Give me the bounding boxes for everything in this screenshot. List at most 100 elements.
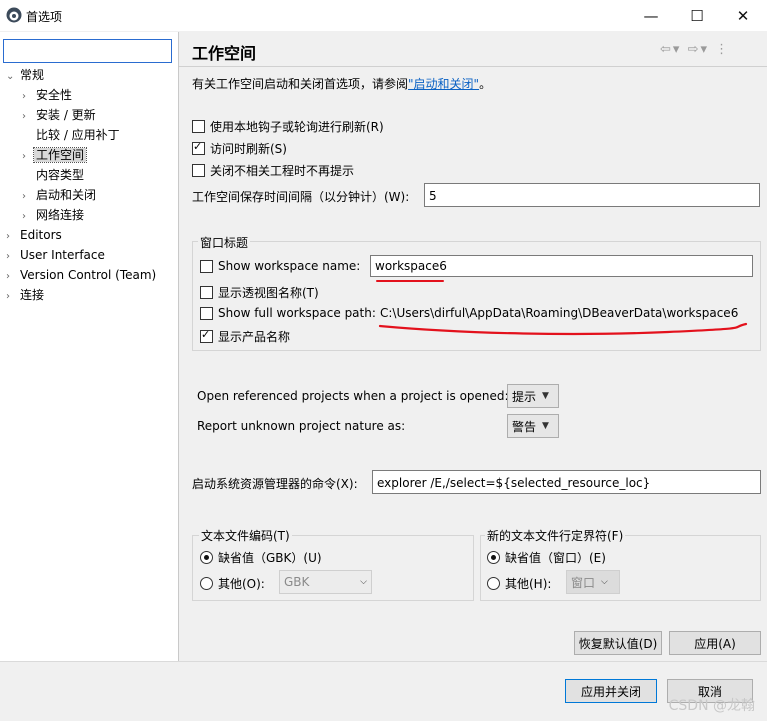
refresh-on-access-label: 访问时刷新(S) (210, 142, 287, 156)
chevron-right-icon[interactable]: › (6, 267, 18, 287)
chevron-right-icon[interactable]: › (22, 107, 34, 127)
chevron-down-icon[interactable]: ▾ (673, 42, 682, 57)
tree-item-startup-shutdown[interactable]: › 启动和关闭 (22, 185, 98, 205)
apply-button[interactable]: 应用(A) (669, 631, 761, 655)
startup-shutdown-link[interactable]: "启动和关闭" (408, 77, 479, 91)
open-referenced-select[interactable]: 提示 ▼ (507, 384, 559, 408)
encoding-other-select[interactable]: GBK ⌵ (279, 570, 372, 594)
tree-item-version-control[interactable]: › Version Control (Team) (6, 265, 158, 285)
refresh-on-access-checkbox[interactable] (192, 140, 205, 155)
close-unrelated-label: 关闭不相关工程时不再提示 (210, 164, 355, 178)
minimize-button[interactable]: — (628, 0, 674, 31)
encoding-other-value: GBK (284, 575, 310, 589)
show-workspace-name-checkbox[interactable] (200, 259, 213, 273)
delimiter-default-radio[interactable] (487, 551, 500, 564)
app-icon (6, 7, 22, 23)
explorer-command-label: 启动系统资源管理器的命令(X): (192, 477, 358, 491)
description-text: 有关工作空间启动和关闭首选项，请参阅 (192, 77, 409, 91)
close-unrelated-option[interactable]: 关闭不相关工程时不再提示 (192, 162, 354, 179)
tree-item-label: 常规 (20, 68, 45, 82)
filter-input[interactable] (3, 39, 172, 63)
view-menu-icon[interactable]: ⋮ (715, 42, 730, 57)
forward-arrow-icon[interactable]: ⇨ (688, 42, 701, 57)
delimiter-other-radio[interactable] (487, 577, 500, 590)
refresh-on-access-option[interactable]: 访问时刷新(S) (192, 140, 287, 157)
chevron-down-icon: ▼ (542, 391, 549, 401)
delimiter-other-select[interactable]: 窗口 ⌵ (566, 570, 620, 594)
delimiter-other-value: 窗口 (571, 575, 596, 590)
save-interval-input[interactable]: 5 (424, 183, 760, 207)
window-title: 首选项 (26, 10, 63, 24)
tree-item-user-interface[interactable]: › User Interface (6, 245, 107, 265)
red-curve-annotation (378, 322, 748, 336)
chevron-right-icon[interactable]: › (6, 247, 18, 267)
chevron-down-icon[interactable]: ⌄ (6, 67, 18, 87)
tree-item-workspace[interactable]: › 工作空间 (22, 145, 88, 167)
chevron-right-icon[interactable]: › (22, 187, 34, 207)
close-button[interactable]: ✕ (720, 0, 766, 31)
apply-and-close-button[interactable]: 应用并关闭 (565, 679, 657, 703)
chevron-right-icon[interactable]: › (22, 207, 34, 227)
encoding-group-title: 文本文件编码(T) (199, 527, 292, 544)
show-full-path-option[interactable]: Show full workspace path: (200, 306, 376, 320)
tree-item-network[interactable]: › 网络连接 (22, 205, 86, 225)
back-arrow-icon[interactable]: ⇦ (660, 42, 673, 57)
show-product-checkbox[interactable] (200, 328, 213, 343)
encoding-other-radio[interactable] (200, 577, 213, 590)
unknown-nature-label: Report unknown project nature as: (197, 419, 406, 433)
preferences-tree-pane: ⌄ 常规 › 安全性 › 安装 / 更新 比较 / 应用补丁 › 工作空间 内容类型 ›… (0, 32, 179, 661)
tree-item-compare-patch[interactable]: 比较 / 应用补丁 (22, 125, 122, 145)
show-workspace-name-label: Show workspace name: (218, 259, 361, 273)
chevron-down-icon[interactable]: ▾ (700, 42, 709, 57)
show-full-path-checkbox[interactable] (200, 306, 213, 320)
encoding-default-label: 缺省值（GBK）(U) (218, 551, 322, 565)
workspace-name-input[interactable]: workspace6 (370, 255, 753, 277)
tree-item-connections[interactable]: › 连接 (6, 285, 46, 305)
show-product-label: 显示产品名称 (218, 330, 291, 344)
tree-item-label: 工作空间 (32, 147, 88, 163)
chevron-right-icon[interactable]: › (22, 87, 34, 107)
encoding-default-radio[interactable] (200, 551, 213, 564)
refresh-native-option[interactable]: 使用本地钩子或轮询进行刷新(R) (192, 118, 384, 135)
tree-item-label: User Interface (20, 248, 105, 262)
show-perspective-checkbox[interactable] (200, 286, 213, 299)
tree-item-security[interactable]: › 安全性 (22, 85, 74, 105)
close-unrelated-checkbox[interactable] (192, 164, 205, 177)
encoding-default-option[interactable]: 缺省值（GBK）(U) (200, 549, 322, 566)
unknown-nature-value: 警告 (512, 419, 537, 434)
page-description: 有关工作空间启动和关闭首选项，请参阅"启动和关闭"。 (192, 75, 491, 92)
header-divider (179, 66, 767, 67)
unknown-nature-select[interactable]: 警告 ▼ (507, 414, 559, 438)
red-underline-annotation (376, 280, 444, 282)
show-workspace-name-option[interactable]: Show workspace name: (200, 259, 360, 273)
delimiter-other-option[interactable]: 其他(H): (487, 575, 551, 592)
show-perspective-option[interactable]: 显示透视图名称(T) (200, 284, 319, 301)
tree-item-label: 安装 / 更新 (36, 108, 96, 122)
explorer-command-input[interactable]: explorer /E,/select=${selected_resource_… (372, 470, 761, 494)
line-delimiter-group-title: 新的文本文件行定界符(F) (485, 527, 626, 544)
chevron-right-icon[interactable]: › (22, 147, 34, 167)
page-nav: ⇦▾ ⇨▾ ⋮ (660, 42, 730, 57)
tree-item-label: 安全性 (36, 88, 73, 102)
window-title-group-title: 窗口标题 (198, 234, 251, 251)
restore-defaults-button[interactable]: 恢复默认值(D) (574, 631, 662, 655)
tree-item-label: 启动和关闭 (36, 188, 97, 202)
tree-item-label: 网络连接 (36, 208, 85, 222)
tree-item-label: 内容类型 (36, 168, 85, 182)
chevron-right-icon[interactable]: › (6, 287, 18, 307)
encoding-other-option[interactable]: 其他(O): (200, 575, 265, 592)
tree-item-general[interactable]: ⌄ 常规 (6, 65, 46, 85)
maximize-button[interactable]: ☐ (674, 0, 720, 31)
delimiter-default-label: 缺省值（窗口）(E) (505, 551, 606, 565)
delimiter-other-label: 其他(H): (505, 577, 552, 591)
delimiter-default-option[interactable]: 缺省值（窗口）(E) (487, 549, 606, 566)
tree-item-content-types[interactable]: 内容类型 (22, 165, 86, 185)
watermark: CSDN @龙翰 (668, 698, 755, 714)
page-title: 工作空间 (192, 44, 257, 63)
show-product-option[interactable]: 显示产品名称 (200, 328, 290, 345)
refresh-native-checkbox[interactable] (192, 120, 205, 133)
tree-item-install-update[interactable]: › 安装 / 更新 (22, 105, 98, 125)
tree-item-editors[interactable]: › Editors (6, 225, 64, 245)
show-full-path-label: Show full workspace path: (218, 306, 376, 320)
chevron-right-icon[interactable]: › (6, 227, 18, 247)
